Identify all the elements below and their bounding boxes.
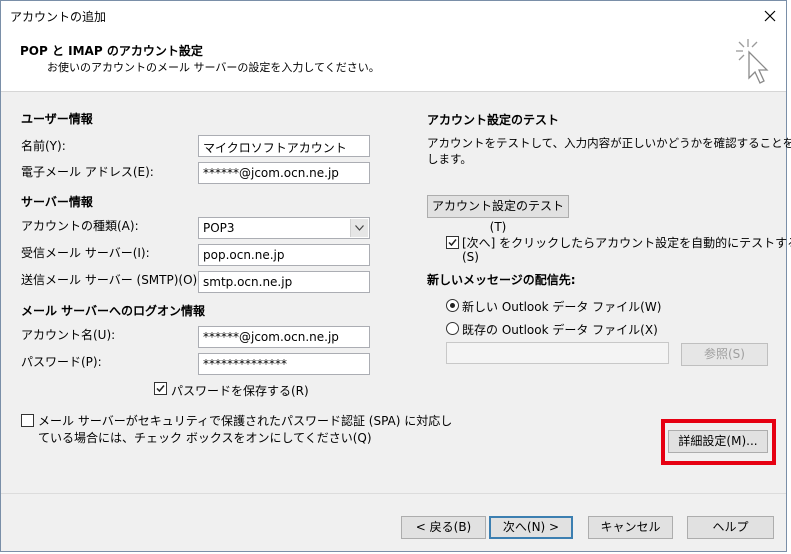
name-label: 名前(Y): [21,139,66,153]
save-password-label[interactable]: パスワードを保存する(R) [171,382,309,399]
outgoing-server-label: 送信メール サーバー (SMTP)(O): [21,273,202,287]
header-subtitle: お使いのアカウントのメール サーバーの設定を入力してください。 [47,61,380,74]
new-data-file-radio[interactable] [446,299,459,312]
auto-test-label-line2[interactable]: (S) [462,250,479,264]
window-title: アカウントの追加 [10,10,107,24]
name-field[interactable]: マイクロソフトアカウント [198,135,370,157]
spa-label-line2[interactable]: ている場合には、チェック ボックスをオンにしてください(Q) [38,429,372,446]
account-type-value: POP3 [203,221,235,235]
test-account-button[interactable]: アカウント設定のテスト(T) [427,195,569,234]
auto-test-label-line1[interactable]: [次へ] をクリックしたらアカウント設定を自動的にテストする [462,234,791,251]
outgoing-server-field[interactable]: smtp.ocn.ne.jp [198,271,370,293]
delivery-heading: 新しいメッセージの配信先: [427,273,576,287]
cursor-click-icon [736,39,769,84]
radio-selected-dot [450,303,455,308]
existing-data-file-radio[interactable] [446,322,459,335]
password-field[interactable]: ************** [198,353,370,375]
account-type-select[interactable]: POP3 [198,217,370,239]
incoming-server-label: 受信メール サーバー(I): [21,246,150,260]
close-button[interactable] [754,1,786,31]
close-icon [764,10,776,22]
save-password-checkbox[interactable] [154,382,167,395]
test-description-line1: アカウントをテストして、入力内容が正しいかどうかを確認することをお勧め [427,136,791,150]
email-field[interactable]: ******@jcom.ocn.ne.jp [198,162,370,184]
incoming-server-field[interactable]: pop.ocn.ne.jp [198,244,370,266]
new-data-file-label[interactable]: 新しい Outlook データ ファイル(W) [462,298,661,315]
dialog-header: POP と IMAP のアカウント設定 お使いのアカウントのメール サーバーの設… [1,33,786,92]
logon-info-heading: メール サーバーへのログオン情報 [21,304,206,318]
password-label: パスワード(P): [21,355,102,369]
account-name-label: アカウント名(U): [21,328,116,342]
account-name-field[interactable]: ******@jcom.ocn.ne.jp [198,326,370,348]
cancel-button[interactable]: キャンセル [588,516,673,539]
chevron-down-icon [350,219,368,237]
test-description-line2: します。 [427,152,472,166]
user-info-heading: ユーザー情報 [21,112,93,126]
back-button[interactable]: < 戻る(B) [401,516,486,539]
email-label: 電子メール アドレス(E): [21,165,154,179]
existing-file-path-field[interactable] [446,342,669,364]
header-title: POP と IMAP のアカウント設定 [20,44,203,58]
footer-separator [1,493,786,494]
server-info-heading: サーバー情報 [21,195,93,209]
checkmark-icon [448,239,457,247]
checkmark-icon [156,385,165,393]
auto-test-checkbox[interactable] [446,236,459,249]
title-bar: アカウントの追加 [1,1,786,33]
test-heading: アカウント設定のテスト [427,113,560,127]
add-account-dialog: アカウントの追加 POP と IMAP のアカウント設定 お使いのアカウントのメ… [0,0,791,552]
account-type-label: アカウントの種類(A): [21,219,139,233]
help-button[interactable]: ヘルプ [687,516,774,539]
spa-checkbox[interactable] [21,414,34,427]
browse-button[interactable]: 参照(S) [681,343,768,366]
spa-label-line1[interactable]: メール サーバーがセキュリティで保護されたパスワード認証 (SPA) に対応し [38,412,452,429]
existing-data-file-label[interactable]: 既存の Outlook データ ファイル(X) [462,321,658,338]
highlight-box [661,419,776,465]
next-button[interactable]: 次へ(N) > [489,516,573,539]
